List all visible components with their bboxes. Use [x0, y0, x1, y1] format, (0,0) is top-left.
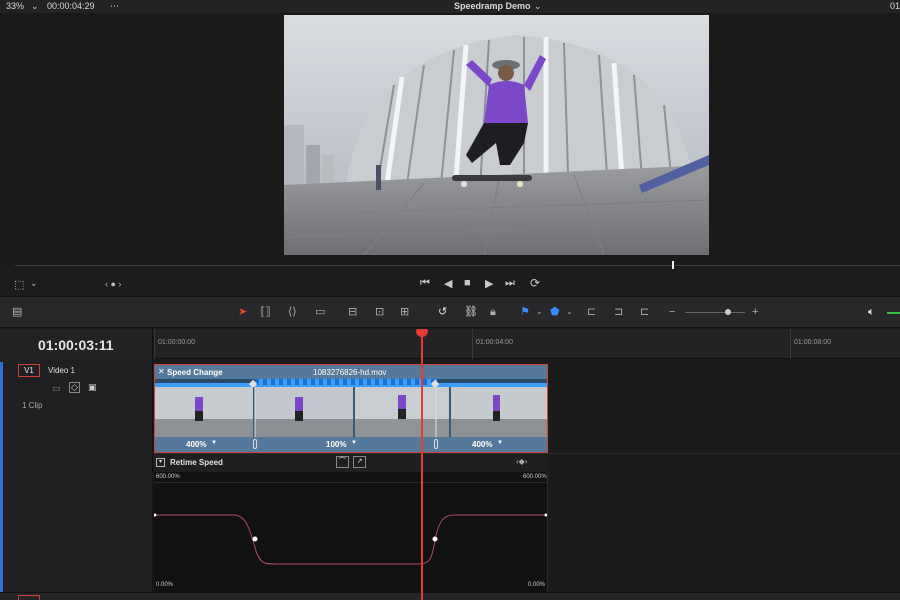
curve-keyframe[interactable]	[154, 513, 157, 517]
keyframe-nav-icon[interactable]: ‹◆›	[516, 457, 527, 466]
curve-bottom-left-label: 0.00%	[156, 582, 174, 588]
current-timecode[interactable]: 01:00:03:11	[38, 337, 114, 353]
lock-icon[interactable]: ▭	[52, 383, 61, 394]
lock-icon[interactable]: 🔒︎	[490, 306, 496, 318]
viewer-timecode: 00:00:04:29	[47, 1, 95, 11]
curve-bottom-right-label: 0.00%	[528, 582, 546, 588]
segment-speed[interactable]: 400%	[186, 440, 206, 449]
audio-track-badge[interactable]	[18, 595, 40, 600]
chevron-down-icon[interactable]: ⌄	[534, 1, 542, 12]
loop-icon[interactable]: ⟳	[530, 276, 540, 290]
link-icon[interactable]: ⛓	[464, 306, 478, 318]
stop-icon[interactable]: ■	[464, 277, 471, 289]
ruler-label: 01:00:08:00	[794, 339, 831, 346]
track-selection-edge	[0, 362, 3, 600]
curve-tool-icon[interactable]: ↗	[353, 456, 366, 468]
pointer-icon[interactable]: ➤	[238, 306, 247, 318]
blade-icon[interactable]: ▭	[315, 306, 325, 318]
clip-thumbnails	[155, 387, 547, 437]
timeline-toolbar: ▤ ➤ ⟦⟧ ⟨⟩ ▭ ⊟ ⊡ ⊞ ↺ ⛓ 🔒︎ ⚑ ⌄ ⬟ ⌄ ⊏ ⊐ ⊏ −…	[0, 296, 900, 328]
zoom-level[interactable]: 33%	[6, 1, 24, 11]
chevron-down-icon[interactable]: ▼	[497, 440, 503, 446]
scrub-bar[interactable]	[15, 265, 900, 266]
retime-curve[interactable]	[154, 484, 547, 584]
track-header: V1 Video 1 ▭ ◇ ▣ 1 Clip	[0, 359, 153, 600]
track-footer	[0, 592, 900, 600]
video-frame[interactable]	[284, 15, 709, 255]
chevron-down-icon[interactable]: ⌄	[30, 278, 38, 289]
enable-track-icon[interactable]: ▣	[88, 382, 97, 393]
chevron-down-icon[interactable]: ▼	[211, 440, 217, 446]
replace-clip-icon[interactable]: ⊞	[400, 306, 409, 318]
volume-level[interactable]	[887, 312, 900, 314]
speed-handle[interactable]	[434, 439, 438, 449]
overwrite-clip-icon[interactable]: ⊡	[375, 306, 384, 318]
zoom-out-icon[interactable]: −	[669, 306, 675, 318]
track-name[interactable]: Video 1	[48, 366, 75, 375]
video-clip[interactable]: ✕ Speed Change 1083276826-hd.mov 400% ▼ …	[154, 364, 548, 453]
zoom-slider-handle[interactable]	[725, 309, 731, 315]
retime-curve-title: Retime Speed	[170, 458, 223, 467]
speed-handle[interactable]	[253, 439, 257, 449]
clip-filename: 1083276826-hd.mov	[313, 368, 387, 377]
speaker-icon[interactable]: 🔈︎	[868, 306, 875, 318]
curve-keyframe[interactable]	[432, 536, 438, 542]
scrub-playhead[interactable]	[672, 261, 674, 269]
video-preview-image	[284, 15, 709, 255]
timeline-playhead[interactable]	[421, 336, 423, 600]
ruler-label: 01:00:00:00	[158, 339, 195, 346]
segment-speed[interactable]: 100%	[326, 440, 346, 449]
timeline-ruler[interactable]: 01:00:00:00 01:00:04:00 01:00:08:00	[154, 329, 900, 359]
bezier-icon[interactable]: ⌒	[336, 456, 349, 468]
project-title[interactable]: Speedramp Demo	[454, 1, 531, 11]
layout-icon[interactable]: ▤	[12, 306, 22, 318]
curve-top-left-label: 600.00%	[156, 474, 180, 480]
track-id-badge[interactable]: V1	[18, 364, 40, 377]
skip-end-icon[interactable]: ⏭	[505, 277, 515, 290]
zoom-slider-track[interactable]	[685, 312, 745, 313]
ruler-label: 01:00:04:00	[476, 339, 513, 346]
clip-count: 1 Clip	[22, 401, 43, 410]
zoom-full-icon[interactable]: ⊏	[587, 306, 596, 318]
transport-bar: ⬚ ⌄ ‹ ● › ⏮ ◀ ■ ▶ ⏭ ⟳	[0, 270, 900, 296]
curve-top-right-label: 600.00%	[523, 474, 547, 480]
play-icon[interactable]: ▶	[485, 277, 493, 290]
chevron-down-icon[interactable]: ▼	[351, 440, 357, 446]
snap-icon[interactable]: ↺	[438, 306, 447, 318]
skip-start-icon[interactable]: ⏮	[420, 277, 430, 290]
segment-speed[interactable]: 400%	[472, 440, 492, 449]
clip-header: ✕ Speed Change 1083276826-hd.mov	[155, 365, 547, 379]
marker-icon[interactable]: ⬟	[550, 306, 560, 318]
speed-arrows	[255, 379, 437, 385]
zoom-in-icon[interactable]: +	[752, 306, 758, 318]
auto-select-icon[interactable]: ◇	[69, 382, 80, 393]
close-icon[interactable]: ✕	[158, 367, 165, 376]
right-timecode-partial: 01	[890, 1, 900, 11]
options-icon[interactable]: ⋯	[110, 1, 119, 12]
retime-curve-panel[interactable]: ▾ Retime Speed ⌒ ↗ ‹◆› 600.00% 600.00% 0…	[154, 454, 548, 592]
chevron-down-icon[interactable]: ⌄	[536, 306, 543, 318]
retime-curve-header: ▾ Retime Speed ⌒ ↗ ‹◆›	[154, 454, 548, 472]
zoom-detail-icon[interactable]: ⊐	[614, 306, 623, 318]
jog-control[interactable]: ‹ ● ›	[105, 279, 121, 289]
dynamic-trim-icon[interactable]: ⟨⟩	[288, 306, 297, 318]
insert-clip-icon[interactable]: ⊟	[348, 306, 357, 318]
trim-icon[interactable]: ⟦⟧	[260, 306, 271, 318]
clip-effect-label: Speed Change	[167, 368, 223, 377]
chevron-down-icon[interactable]: ⌄	[566, 306, 573, 318]
frame-icon[interactable]: ⬚	[14, 278, 24, 291]
zoom-custom-icon[interactable]: ⊏	[640, 306, 649, 318]
segment-speed-row: 400% ▼ 100% ▼ 400% ▼	[155, 437, 547, 452]
step-back-icon[interactable]: ◀	[444, 277, 452, 290]
curve-grid-line	[154, 482, 547, 483]
viewer	[0, 13, 900, 262]
curve-keyframe[interactable]	[252, 536, 258, 542]
top-bar: 33% ⌄ 00:00:04:29 ⋯ Speedramp Demo ⌄ 01	[0, 0, 900, 13]
flag-icon[interactable]: ⚑	[520, 306, 530, 318]
chevron-down-icon[interactable]: ⌄	[31, 1, 39, 12]
dropdown-icon[interactable]: ▾	[156, 458, 165, 467]
curve-keyframe[interactable]	[544, 513, 548, 517]
